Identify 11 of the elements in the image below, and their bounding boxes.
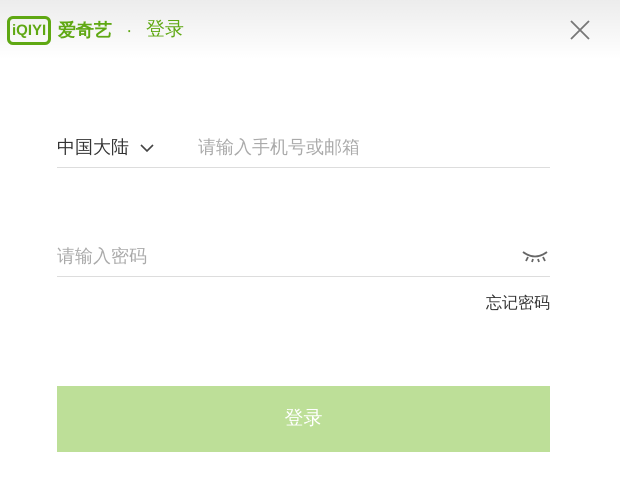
logo: iQIYI	[7, 16, 52, 44]
separator: ·	[126, 18, 132, 42]
chevron-icon	[139, 142, 155, 152]
brand-name: 爱奇艺	[58, 18, 112, 42]
phone-input[interactable]: 请输入手机号或邮箱	[198, 134, 550, 161]
closed-eye-icon[interactable]	[520, 249, 550, 263]
window-title: 登录	[146, 18, 184, 42]
region-dropdown[interactable]: 中国大陆	[57, 134, 155, 161]
forgot-password-link[interactable]: 忘记密码	[486, 292, 550, 316]
close-icon	[569, 19, 591, 41]
password-input[interactable]: 请输入密码	[57, 242, 520, 270]
